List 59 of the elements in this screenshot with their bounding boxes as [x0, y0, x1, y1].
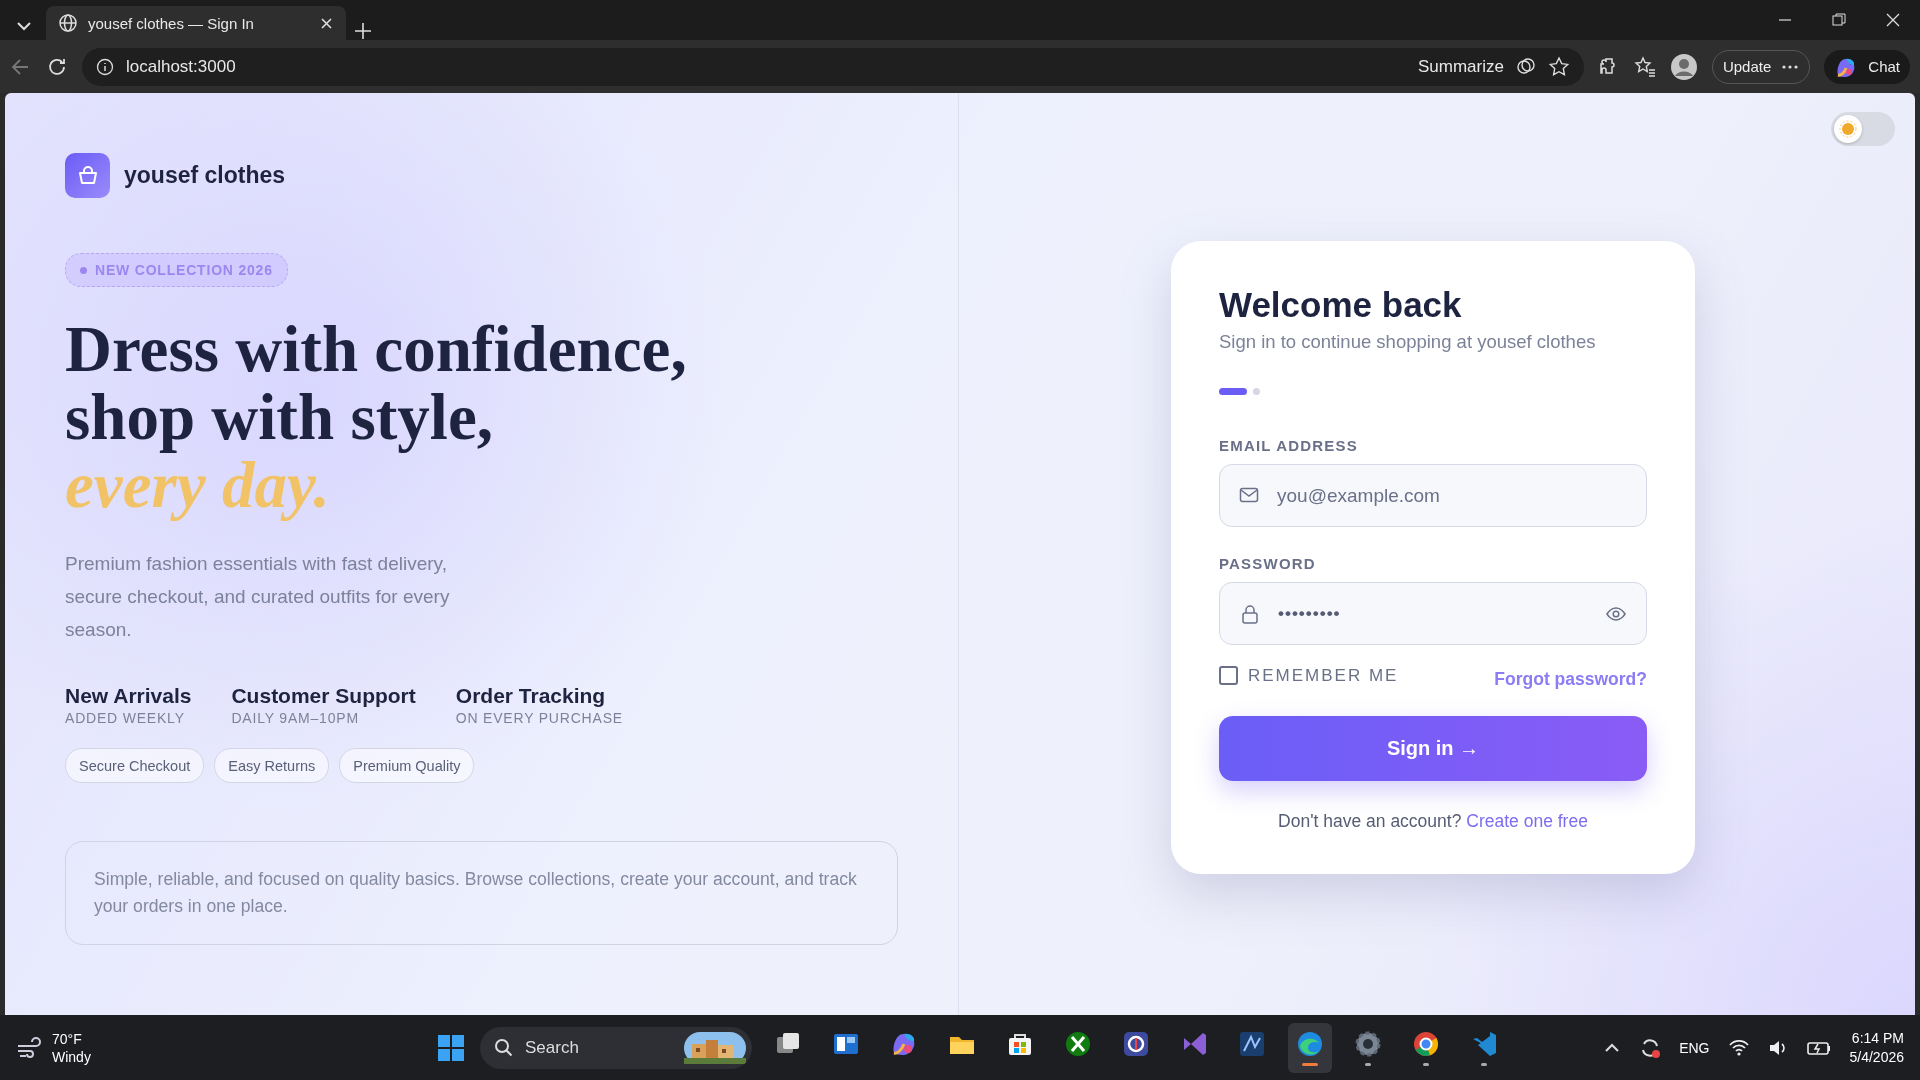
summarize-button[interactable]: Summarize	[1417, 56, 1504, 77]
sun-icon	[1839, 120, 1857, 138]
info-icon[interactable]	[96, 57, 114, 76]
description-text: Premium fashion essentials with fast delivery, secure checkout, and curated outfits for every season.	[65, 552, 451, 642]
globe-icon	[58, 13, 78, 33]
collection-badge: NEW COLLECTION 2026	[65, 253, 288, 287]
stat-title: Customer Support	[231, 684, 416, 708]
stat-title: Order Tracking	[455, 684, 607, 708]
chart-tile-icon[interactable]	[1237, 1029, 1267, 1059]
feature-chip: Secure Checkout	[65, 748, 205, 783]
weather-temperature[interactable]: 70°F	[52, 1029, 91, 1048]
email-field[interactable]: you@example.com	[1219, 464, 1647, 527]
dot-icon	[80, 266, 87, 274]
sync-icon[interactable]	[1639, 1036, 1662, 1059]
headline-line: Dress with confidence,	[65, 315, 688, 383]
colored-ring-icon[interactable]	[1411, 1029, 1441, 1059]
lock-icon	[1240, 603, 1260, 624]
headline-line: shop with style,	[65, 383, 494, 451]
field-label: PASSWORD	[1219, 555, 1317, 572]
star-icon[interactable]	[1547, 55, 1570, 78]
stat-subtitle: ADDED WEEKLY	[65, 710, 186, 726]
theme-toggle[interactable]	[1831, 112, 1895, 146]
shield-icon[interactable]	[1121, 1029, 1151, 1059]
gear-icon[interactable]	[1353, 1029, 1383, 1059]
chat-button[interactable]: Chat	[1824, 49, 1910, 84]
weather-condition[interactable]: Windy	[52, 1047, 91, 1066]
browser-tab[interactable]: yousef clothes — Sign In	[46, 6, 346, 40]
taskbar-search[interactable]: Search	[480, 1026, 752, 1069]
address-bar[interactable]: localhost:3000 Summarize	[82, 47, 1584, 86]
card-title: Welcome back	[1219, 285, 1463, 325]
field-label: EMAIL ADDRESS	[1219, 437, 1359, 454]
mail-icon	[1239, 485, 1259, 505]
overlap-circles-icon[interactable]	[1515, 56, 1536, 77]
stat-title: New Arrivals	[65, 684, 192, 708]
wave-circle-icon[interactable]	[1295, 1029, 1325, 1059]
clock[interactable]: 6:14 PM 5/4/2026	[1849, 1028, 1904, 1067]
create-account-link[interactable]: Create one free	[1466, 811, 1588, 831]
password-field[interactable]: •••••••••	[1219, 582, 1647, 645]
close-icon[interactable]	[1886, 13, 1900, 27]
sign-in-button[interactable]: Sign in →	[1219, 716, 1647, 781]
search-icon	[494, 1038, 513, 1057]
stat-subtitle: ON EVERY PURCHASE	[455, 710, 623, 726]
close-icon[interactable]	[319, 15, 334, 31]
remember-checkbox[interactable]	[1219, 666, 1238, 685]
checkbox-label: REMEMBER ME	[1248, 665, 1399, 686]
brand-name: yousef clothes	[124, 162, 286, 189]
feature-chip: Premium Quality	[339, 748, 475, 783]
stat-subtitle: DAILY 9AM–10PM	[231, 710, 360, 726]
game-ball-icon[interactable]	[1063, 1029, 1093, 1059]
profile-avatar-icon[interactable]	[1669, 52, 1698, 81]
new-tab-icon[interactable]	[354, 22, 372, 40]
info-note: Simple, reliable, and focused on quality basics. Browse collections, create your account, and track your orders in one place.	[65, 841, 898, 945]
favorites-icon[interactable]	[1633, 55, 1656, 78]
signup-prompt: Don't have an account?	[1278, 811, 1462, 831]
start-icon[interactable]	[436, 1032, 466, 1063]
language-indicator[interactable]: ENG	[1679, 1039, 1710, 1056]
restore-icon[interactable]	[1832, 13, 1846, 27]
feature-chip: Easy Returns	[214, 748, 330, 783]
card-subtitle: Sign in to continue shopping at yousef clothes	[1219, 331, 1597, 353]
